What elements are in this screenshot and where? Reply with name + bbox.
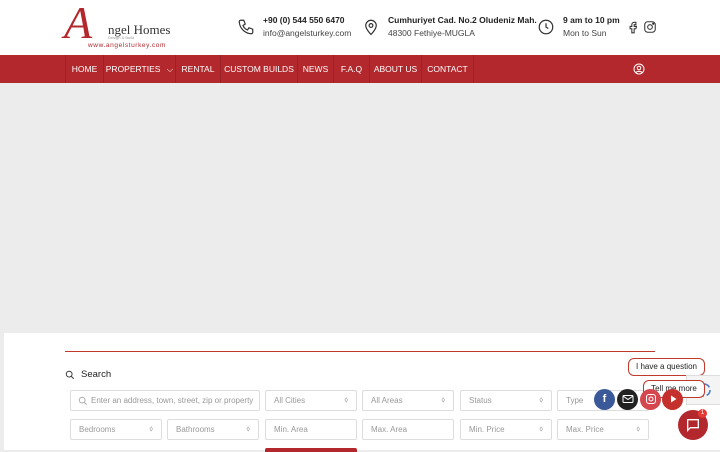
phone-icon <box>238 19 254 35</box>
chevron-down-icon: ⌵ <box>166 64 174 74</box>
bathrooms-value: Bathrooms <box>176 425 215 434</box>
hours-line-2: Mon to Sun <box>563 28 607 38</box>
logo[interactable]: A ngel Homes Design & Build www.angelstu… <box>64 0 174 50</box>
logo-tagline: Design & Build <box>108 35 135 40</box>
select-caret-icon: ⬨ <box>539 424 543 433</box>
status-value: Status <box>469 396 492 405</box>
nav-home[interactable]: HOME <box>65 55 104 83</box>
email-share-icon[interactable] <box>617 389 638 410</box>
select-caret-icon: ⬨ <box>246 424 250 433</box>
top-header: A ngel Homes Design & Build www.angelstu… <box>0 0 720 55</box>
youtube-share-icon[interactable] <box>662 389 683 410</box>
search-icon <box>65 370 75 380</box>
min-area-input[interactable]: Min. Area <box>265 419 357 440</box>
envelope-icon <box>622 395 633 403</box>
hours-info: 9 am to 10 pm Mon to Sun <box>537 14 627 44</box>
select-caret-icon: ⬨ <box>344 395 348 404</box>
address-line-2: 48300 Fethiye-MUGLA <box>388 28 475 38</box>
bedrooms-value: Bedrooms <box>79 425 116 434</box>
max-area-input[interactable]: Max. Area <box>362 419 454 440</box>
min-price-value: Min. Price <box>469 425 505 434</box>
user-account-icon[interactable] <box>633 63 645 75</box>
max-price-value: Max. Price <box>566 425 604 434</box>
camera-icon <box>645 394 656 404</box>
areas-value: All Areas <box>371 396 403 405</box>
select-caret-icon: ⬨ <box>149 424 153 433</box>
facebook-icon[interactable] <box>626 20 640 34</box>
divider <box>65 351 655 352</box>
min-price-select[interactable]: Min. Price ⬨ <box>460 419 552 440</box>
chat-badge: 1 <box>698 409 707 418</box>
max-price-select[interactable]: Max. Price ⬨ <box>557 419 649 440</box>
logo-initial: A <box>64 0 93 48</box>
hero-area <box>0 83 720 333</box>
email-address[interactable]: info@angelsturkey.com <box>263 28 351 38</box>
select-caret-icon: ⬨ <box>441 395 445 404</box>
areas-select[interactable]: All Areas ⬨ <box>362 390 454 411</box>
address-line-1: Cumhuriyet Cad. No.2 Oludeniz Mah. <box>388 15 537 25</box>
select-caret-icon: ⬨ <box>539 395 543 404</box>
phone-number[interactable]: +90 (0) 544 550 6470 <box>263 15 345 25</box>
question-bubble[interactable]: I have a question <box>628 358 705 376</box>
clock-icon <box>538 19 554 35</box>
nav-rental[interactable]: RENTAL <box>176 55 221 83</box>
instagram-share-icon[interactable] <box>640 389 661 410</box>
search-panel: Search Enter an address, town, street, z… <box>4 333 720 452</box>
bathrooms-select[interactable]: Bathrooms ⬨ <box>167 419 259 440</box>
keyword-input[interactable]: Enter an address, town, street, zip or p… <box>70 390 260 411</box>
instagram-icon[interactable] <box>643 20 657 34</box>
select-caret-icon: ⬨ <box>636 424 640 433</box>
facebook-share-icon[interactable]: f <box>594 389 615 410</box>
nav-properties-label: PROPERTIES <box>105 64 161 74</box>
nav-properties[interactable]: PROPERTIES ⌵ <box>104 55 176 83</box>
logo-url: www.angelsturkey.com <box>88 42 166 49</box>
chat-icon <box>687 419 699 432</box>
cities-select[interactable]: All Cities ⬨ <box>265 390 357 411</box>
address-info: Cumhuriyet Cad. No.2 Oludeniz Mah. 48300… <box>362 14 537 44</box>
search-title: Search <box>81 369 112 380</box>
play-icon <box>670 395 676 403</box>
nav-contact[interactable]: CONTACT <box>422 55 474 83</box>
search-button[interactable] <box>265 448 357 452</box>
map-pin-icon <box>365 19 377 36</box>
nav-custom-builds[interactable]: CUSTOM BUILDS <box>221 55 298 83</box>
status-select[interactable]: Status ⬨ <box>460 390 552 411</box>
type-value: Type <box>566 396 584 405</box>
keyword-placeholder: Enter an address, town, street, zip or p… <box>91 396 256 405</box>
max-area-placeholder: Max. Area <box>371 425 408 434</box>
cities-value: All Cities <box>274 396 306 405</box>
main-nav: HOME PROPERTIES ⌵ RENTAL CUSTOM BUILDS N… <box>0 55 720 83</box>
nav-faq[interactable]: F.A.Q <box>334 55 370 83</box>
hours-line-1: 9 am to 10 pm <box>563 15 620 25</box>
nav-about[interactable]: ABOUT US <box>370 55 422 83</box>
search-input-icon <box>78 396 88 406</box>
bedrooms-select[interactable]: Bedrooms ⬨ <box>70 419 162 440</box>
nav-news[interactable]: NEWS <box>298 55 334 83</box>
phone-info: +90 (0) 544 550 6470 info@angelsturkey.c… <box>237 14 357 44</box>
min-area-placeholder: Min. Area <box>274 425 308 434</box>
